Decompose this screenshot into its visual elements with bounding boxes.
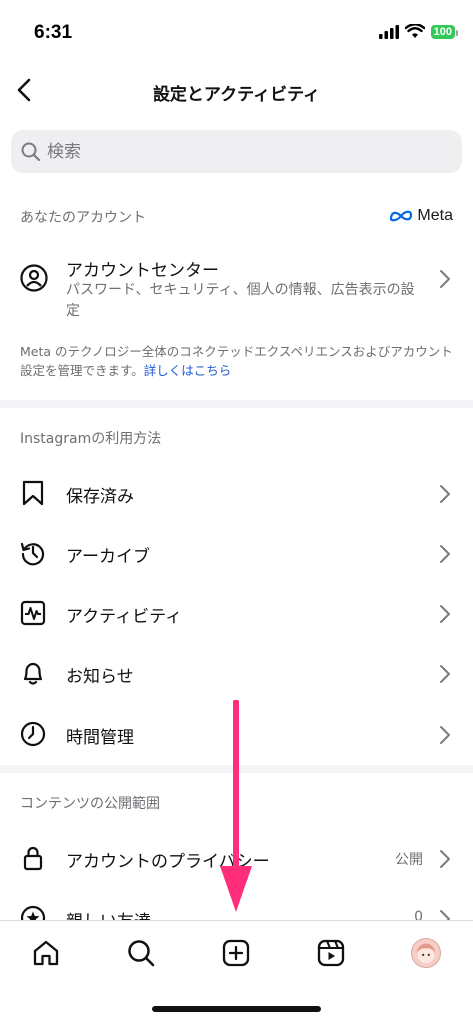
create-icon [222,939,250,967]
nav-bar: 設定とアクティビティ [0,62,473,122]
section-header-account: あなたのアカウント [20,210,146,226]
signal-icon [378,24,399,39]
row-label: アーカイブ [66,547,150,567]
lock-icon [23,846,43,871]
section-header-content: コンテンツの公開範囲 [20,796,160,812]
account-center-subtitle: パスワード、セキュリティ、個人の情報、広告表示の設定 [66,282,415,319]
home-icon [33,940,59,966]
reels-icon [317,939,345,967]
bookmark-icon [22,480,44,506]
search-input[interactable] [47,141,427,162]
meta-note-text: Meta のテクノロジー全体のコネクテッドエクスペリエンスおよびアカウント設定を… [20,344,453,378]
chevron-right-icon [440,485,450,503]
chevron-right-icon [440,726,450,744]
row-label: お知らせ [66,667,134,687]
tab-create[interactable] [214,931,258,975]
row-value: 公開 [395,852,423,868]
tab-profile[interactable] [404,931,448,975]
section-header-usage: Instagramの利用方法 [20,431,162,447]
status-bar: 6:31 100 [0,0,473,62]
meta-brand-text: Meta [417,207,453,224]
avatar-face-icon [416,943,436,964]
row-label: 時間管理 [66,728,134,748]
status-time: 6:31 [34,22,73,43]
account-center-title: アカウントセンター [66,261,219,281]
search-icon [128,940,155,967]
profile-avatar [411,938,441,968]
chevron-right-icon [440,850,450,868]
annotation-arrow-down-icon [220,700,252,912]
meta-note: Meta のテクノロジー全体のコネクテッドエクスペリエンスおよびアカウント設定を… [20,342,460,380]
learn-more-link[interactable]: 詳しくはこちら [144,363,232,378]
chevron-right-icon [440,545,450,563]
section-divider [0,400,473,408]
wifi-icon [404,24,425,38]
row-archive[interactable]: アーカイブ [0,523,473,583]
tab-reels[interactable] [309,931,353,975]
tab-home[interactable] [24,931,68,975]
account-center-row[interactable]: アカウントセンター パスワード、セキュリティ、個人の情報、広告表示の設定 [0,252,473,324]
activity-icon [20,600,46,626]
account-circle-icon [20,264,48,292]
archive-history-icon [20,542,45,566]
row-notifications[interactable]: お知らせ [0,643,473,703]
status-icons: 100 [378,24,459,39]
search-bar[interactable] [11,130,462,173]
chevron-right-icon [440,605,450,623]
tab-search[interactable] [119,931,163,975]
chevron-right-icon [440,270,450,288]
bottom-nav [0,920,473,1024]
clock-icon [20,721,46,747]
battery-indicator: 100 [430,24,459,39]
meta-logo: Meta [389,207,453,225]
meta-infinity-icon [390,210,413,222]
home-indicator [152,1006,321,1012]
row-saved[interactable]: 保存済み [0,463,473,523]
page-title: 設定とアクティビティ [152,85,321,105]
row-label: 保存済み [66,487,134,507]
bell-icon [23,662,43,685]
chevron-right-icon [440,665,450,683]
search-icon [21,142,41,161]
row-activity[interactable]: アクティビティ [0,583,473,643]
row-label: アクティビティ [66,607,183,627]
